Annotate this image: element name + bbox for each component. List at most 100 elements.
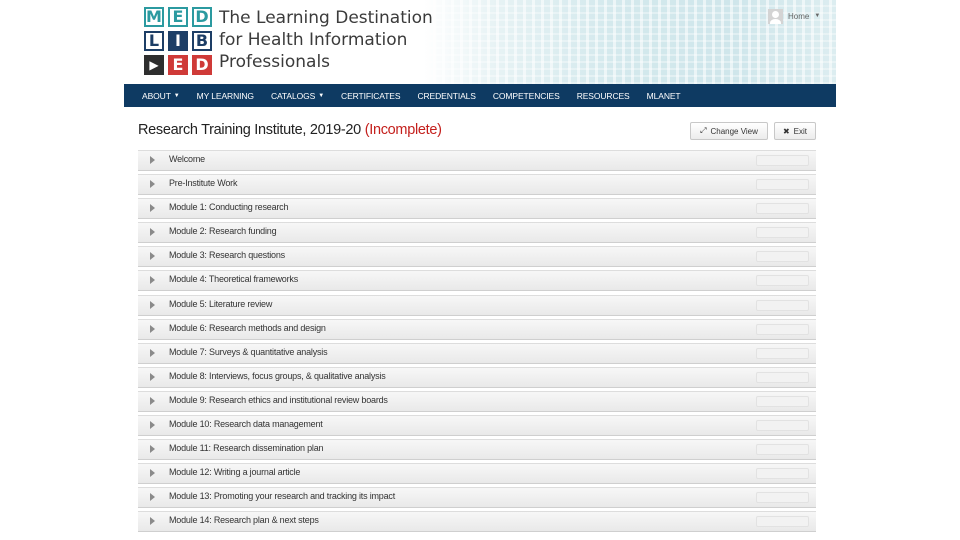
module-row[interactable]: Module 6: Research methods and design xyxy=(138,318,816,340)
nav-item-certificates[interactable]: CERTIFICATES xyxy=(341,90,401,101)
expand-arrow-icon[interactable] xyxy=(150,180,155,189)
module-status-indicator xyxy=(756,155,809,166)
module-row[interactable]: Module 3: Research questions xyxy=(138,246,816,268)
expand-arrow-icon[interactable] xyxy=(150,204,155,213)
expand-arrow-icon[interactable] xyxy=(150,252,155,261)
module-title: Module 4: Theoretical frameworks xyxy=(169,274,298,285)
expand-arrow-icon[interactable] xyxy=(150,228,155,237)
expand-arrow-icon[interactable] xyxy=(150,156,155,164)
page: M E D L I B ▶ E D The Learning Destinati… xyxy=(124,0,836,540)
module-status-indicator xyxy=(756,420,809,432)
expand-arrow-icon[interactable] xyxy=(150,469,155,478)
expand-arrow-icon[interactable] xyxy=(150,324,155,333)
site-tagline: The Learning Destination for Health Info… xyxy=(219,7,479,73)
logo-letter: M xyxy=(144,7,164,27)
logo-letter: L xyxy=(144,31,164,51)
module-row[interactable]: Module 13: Promoting your research and t… xyxy=(138,487,816,509)
module-title: Module 9: Research ethics and institutio… xyxy=(169,394,388,405)
user-menu[interactable]: Home ▼ xyxy=(768,8,820,24)
nav-item-about[interactable]: ABOUT ▼ xyxy=(142,91,180,101)
module-status-indicator xyxy=(756,347,809,359)
chevron-down-icon: ▼ xyxy=(814,13,821,19)
expand-arrow-icon[interactable] xyxy=(150,396,155,405)
module-status-indicator xyxy=(756,516,809,528)
expand-arrow-icon[interactable] xyxy=(150,445,155,454)
module-row[interactable]: Module 14: Research plan & next steps xyxy=(138,511,816,533)
tagline-line: The Learning Destination xyxy=(219,8,433,28)
module-row[interactable]: Module 4: Theoretical frameworks xyxy=(138,270,816,292)
module-status-indicator xyxy=(756,275,809,287)
nav-item-label: COMPETENCIES xyxy=(492,90,560,101)
module-row[interactable]: Pre-Institute Work xyxy=(138,174,816,196)
expand-arrows-icon: ⤢ xyxy=(700,126,707,135)
module-status-indicator xyxy=(756,227,809,239)
caret-down-icon: ▼ xyxy=(173,92,180,99)
module-title: Module 7: Surveys & quantitative analysi… xyxy=(169,346,328,357)
nav-item-catalogs[interactable]: CATALOGS ▼ xyxy=(271,91,324,101)
module-row[interactable]: Module 5: Literature review xyxy=(138,294,816,316)
module-status-indicator xyxy=(756,492,809,504)
expand-arrow-icon[interactable] xyxy=(150,493,155,502)
module-list: Welcome Pre-Institute Work Module 1: Condu… xyxy=(138,150,816,536)
exit-label: Exit xyxy=(793,126,808,136)
module-row[interactable]: Module 7: Surveys & quantitative analysi… xyxy=(138,342,816,364)
module-status-indicator xyxy=(756,203,809,215)
module-row[interactable]: Welcome xyxy=(138,150,816,171)
change-view-button[interactable]: ⤢ Change View xyxy=(690,122,768,140)
module-row[interactable]: Module 2: Research funding xyxy=(138,222,816,244)
nav-item-resources[interactable]: RESOURCES xyxy=(577,91,630,101)
expand-arrow-icon[interactable] xyxy=(150,372,155,381)
module-row[interactable]: Module 1: Conducting research xyxy=(138,198,816,220)
expand-arrow-icon[interactable] xyxy=(150,300,155,309)
module-status-indicator xyxy=(756,251,809,263)
module-title: Module 10: Research data management xyxy=(169,419,323,430)
tagline-line: Professionals xyxy=(219,52,331,72)
tagline-line: for Health Information xyxy=(219,30,408,50)
module-title: Module 12: Writing a journal article xyxy=(169,467,301,478)
module-status-indicator xyxy=(756,299,809,311)
nav-item-my-learning[interactable]: MY LEARNING xyxy=(197,91,254,101)
module-row[interactable]: Module 9: Research ethics and institutio… xyxy=(138,390,816,412)
module-status-indicator xyxy=(756,468,809,480)
title-row: Research Training Institute, 2019-20 (In… xyxy=(138,120,816,144)
nav-item-competencies[interactable]: COMPETENCIES xyxy=(493,91,560,101)
header-banner: M E D L I B ▶ E D The Learning Destinati… xyxy=(124,0,836,84)
nav-item-label: CREDENTIALS xyxy=(417,90,476,101)
module-row[interactable]: Module 12: Writing a journal article xyxy=(138,463,816,485)
expand-arrow-icon[interactable] xyxy=(150,517,155,526)
change-view-label: Change View xyxy=(710,126,758,136)
logo-letter: E xyxy=(168,55,188,75)
exit-button[interactable]: ✖ Exit xyxy=(774,122,816,140)
play-icon: ▶ xyxy=(144,55,164,75)
nav-item-label: MY LEARNING xyxy=(196,90,254,101)
logo-letter: D xyxy=(192,7,212,27)
expand-arrow-icon[interactable] xyxy=(150,276,155,285)
module-title: Pre-Institute Work xyxy=(169,178,238,189)
module-status-indicator xyxy=(756,395,809,407)
expand-arrow-icon[interactable] xyxy=(150,421,155,430)
module-title: Module 2: Research funding xyxy=(169,226,277,237)
nav-item-mlanet[interactable]: MLANET xyxy=(647,91,681,101)
user-name: Home xyxy=(788,11,810,21)
module-status-indicator xyxy=(756,444,809,456)
module-title: Module 1: Conducting research xyxy=(169,202,289,213)
module-title: Welcome xyxy=(169,154,205,164)
module-title: Module 14: Research plan & next steps xyxy=(169,515,319,526)
completion-status: (Incomplete) xyxy=(364,122,442,138)
module-row[interactable]: Module 11: Research dissemination plan xyxy=(138,439,816,461)
module-title: Module 11: Research dissemination plan xyxy=(169,443,324,454)
nav-item-label: CERTIFICATES xyxy=(341,90,401,101)
user-avatar-icon xyxy=(768,8,783,24)
module-row[interactable]: Module 10: Research data management xyxy=(138,415,816,437)
expand-arrow-icon[interactable] xyxy=(150,348,155,357)
close-icon: ✖ xyxy=(782,126,790,136)
module-status-indicator xyxy=(756,323,809,335)
nav-item-label: MLANET xyxy=(646,90,681,101)
nav-item-credentials[interactable]: CREDENTIALS xyxy=(417,90,476,101)
medlibed-logo[interactable]: M E D L I B ▶ E D xyxy=(144,7,212,75)
module-title: Module 13: Promoting your research and t… xyxy=(169,491,396,502)
module-title: Module 8: Interviews, focus groups, & qu… xyxy=(169,370,386,381)
module-status-indicator xyxy=(756,371,809,383)
nav-item-label: CATALOGS xyxy=(270,90,316,101)
module-row[interactable]: Module 8: Interviews, focus groups, & qu… xyxy=(138,366,816,388)
